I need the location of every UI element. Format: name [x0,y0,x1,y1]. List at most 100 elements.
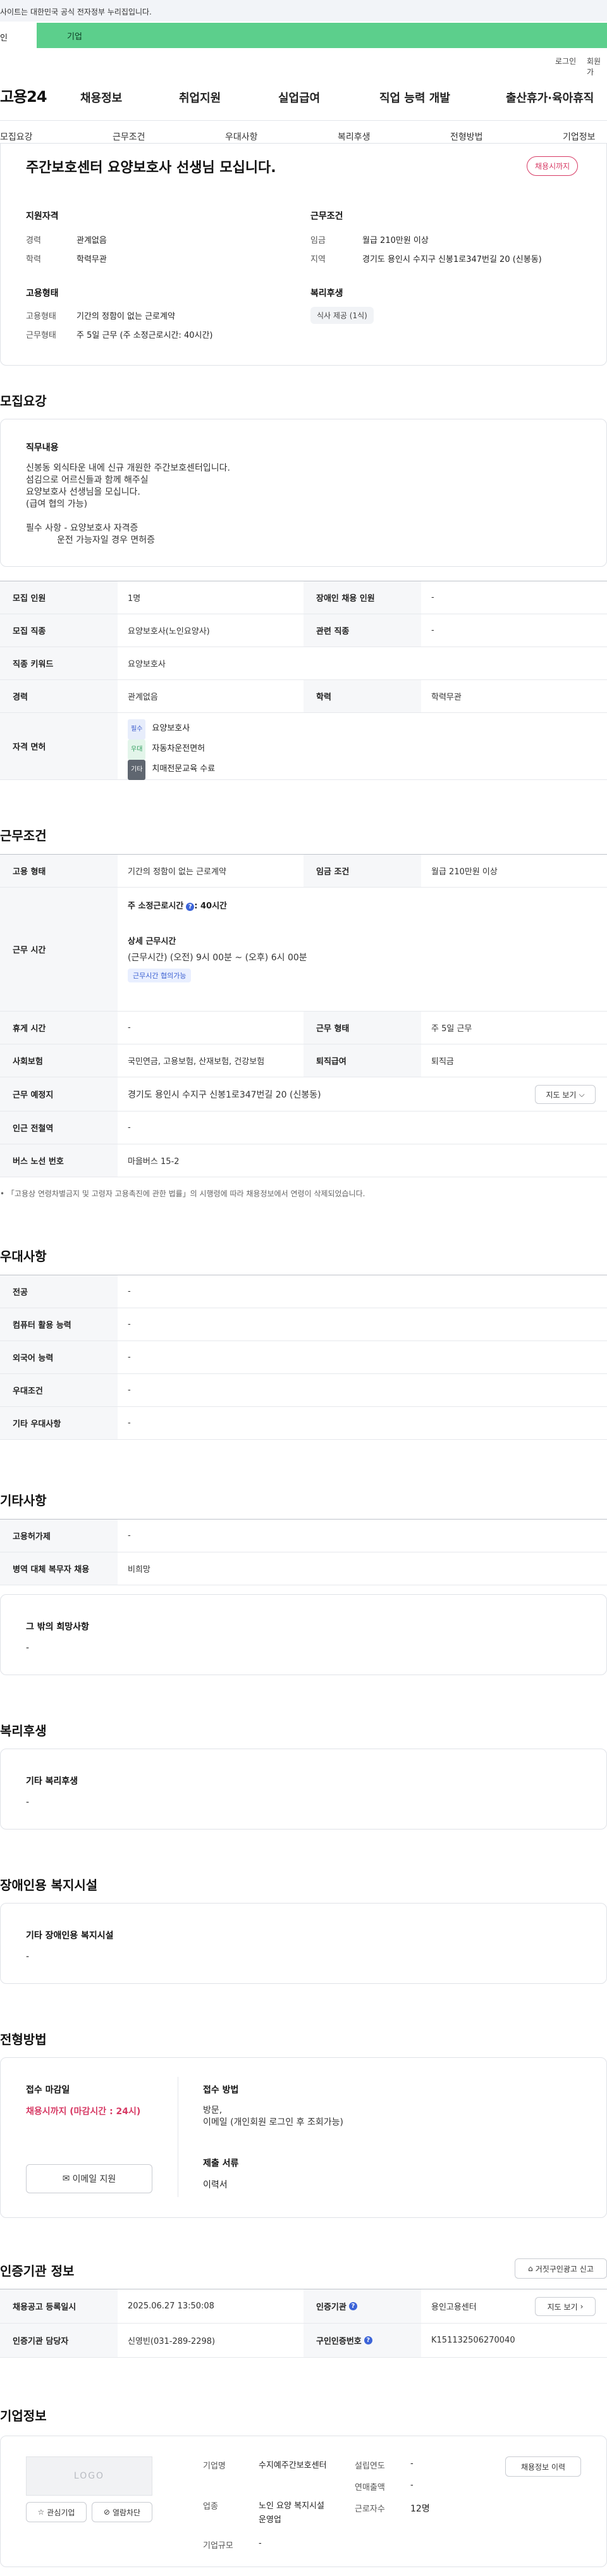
row-value: - [431,626,434,635]
row-header: 병역 대체 복무자 채용 [0,1552,118,1585]
cert-map-button[interactable]: 지도 보기 › [535,2297,596,2316]
company-field-label: 연매출액 [355,2483,385,2492]
signup-link[interactable]: 회원가 [587,56,607,77]
snb-selection[interactable]: 전형방법 [450,130,483,143]
welfare-sub: 기타 복리후생 [26,1776,78,1786]
snb-preference[interactable]: 우대사항 [225,130,258,143]
license-tag: 기타 [128,760,146,780]
map-button[interactable]: 지도 보기 ⌵ [535,1085,596,1104]
row-header: 인증기관? [304,2289,421,2323]
row-value: 신영빈(031-289-2298) [128,2337,216,2346]
email-apply-label: 이메일 지원 [72,2174,116,2184]
login-link[interactable]: 로그인 [555,56,576,66]
etc-title: 기타사항 [0,1493,47,1508]
snb-recruit[interactable]: 모집요강 [0,130,33,143]
snb-work[interactable]: 근무조건 [113,130,145,143]
chevron-right-icon: › [580,2302,584,2311]
company-field-value: 12명 [410,2504,430,2514]
table-row: 기타 우대사항 - [0,1407,607,1440]
company-logo: LOGO [26,2456,152,2496]
mail-icon: ✉ [62,2174,70,2184]
hope-card: 그 밖의 희망사항 - [0,1594,607,1675]
table-row: 자격 면허 필수 요양보호사 우대 자동차운전면허 기타 치매전문교육 수료 [0,713,607,780]
row-header-label: 구인인증번호 [316,2337,362,2346]
facility-sub: 기타 장애인용 복지시설 [26,1931,114,1941]
license-item: 우대 자동차운전면허 [128,740,215,760]
deadline-badge: 채용시까지 [527,156,579,176]
table-row: 고용 형태 기간의 정함이 없는 근로계약 임금 조건 월급 210만원 이상 [0,855,607,888]
row-header: 관련 직종 [304,614,421,647]
row-value: 2025.06.27 13:50:08 [128,2301,214,2311]
row-value: 1명 [128,594,141,604]
facility-title: 장애인용 복지시설 [0,1878,98,1893]
block-icon: ⊘ [103,2508,110,2517]
company-field-label: 기업명 [203,2461,226,2471]
row-header: 사회보험 [0,1044,118,1077]
selection-card: 접수 마감일 채용시까지 (마감시간 : 24시) ✉ 이메일 지원 접수 방법 … [0,2057,607,2218]
recruit-title: 모집요강 [0,393,47,409]
hope-title: 그 밖의 희망사항 [26,1622,89,1632]
tab-personal[interactable]: 인 [0,23,37,48]
license-name: 요양보호사 [152,724,190,733]
license-list: 필수 요양보호사 우대 자동차운전면허 기타 치매전문교육 수료 [128,719,215,780]
company-field-label: 설립연도 [355,2461,385,2471]
row-value: 국민연금, 고용보험, 산재보험, 건강보험 [128,1057,265,1067]
email-apply-button[interactable]: ✉ 이메일 지원 [26,2164,152,2193]
row-value: 용인고용센터 [431,2303,477,2312]
info-icon[interactable]: ? [348,2302,357,2310]
gnb-unemployment-benefit[interactable]: 실업급여 [278,89,320,106]
row-value: 경기도 용인시 수지구 신봉1로347번길 20 (신봉동) [128,1089,321,1100]
home-icon: ⌂ [528,2264,533,2273]
gnb-jobs[interactable]: 채용정보 [80,89,122,106]
row-header: 근무 예정지 [0,1077,118,1111]
cond-label: 임금 [310,236,326,245]
row-header: 우대조건 [0,1374,118,1406]
favorite-company-button[interactable]: ☆ 관심기업 [26,2502,87,2522]
row-header: 전공 [0,1275,118,1308]
gnb-employment-support[interactable]: 취업지원 [179,89,221,106]
duty-text: 신봉동 외식타운 내에 신규 개원한 주간보호센터입니다. 섬김으로 어르신들과… [26,463,230,545]
cond-value: 월급 210만원 이상 [362,236,429,245]
company-field-label: 업종 [203,2502,218,2511]
row-value: 요양보호사 [128,660,166,669]
cert-title: 인증기관 정보 [0,2263,75,2279]
table-row: 병역 대체 복무자 채용 비희망 [0,1552,607,1585]
block-view-button[interactable]: ⊘ 열람차단 [92,2502,152,2522]
deadline-value: 채용시까지 (마감시간 : 24시) [26,2107,141,2117]
gnb-job-training[interactable]: 직업 능력 개발 [379,89,450,106]
row-value: - [128,1531,131,1540]
license-item: 기타 치매전문교육 수료 [128,760,215,780]
block-label: 열람차단 [112,2508,141,2517]
age-note-text: 「고용상 연령차별금지 및 고령자 고용촉진에 관한 법률」의 시행령에 따라 … [6,1189,365,1198]
row-value: - [128,1287,131,1296]
gnb-parental-leave[interactable]: 출산휴가·육아휴직 [506,89,594,106]
table-row: 경력 관계없음 학력 학력무관 [0,680,607,713]
weekly-hours-value: : 40시간 [194,901,227,911]
tab-company[interactable]: 기업 [37,23,607,48]
table-row: 인근 전철역 - [0,1112,607,1144]
row-header: 모집 직종 [0,614,118,647]
row-header: 장애인 채용 인원 [304,581,421,614]
row-header: 구인인증번호? [304,2324,421,2357]
snb-company[interactable]: 기업정보 [563,130,596,143]
method-value: 방문, 이메일 (개인회원 로그인 후 조회가능) [203,2105,343,2127]
job-history-button[interactable]: 채용정보 이력 [505,2456,581,2477]
row-value: K151132506270040 [431,2336,515,2345]
row-header: 퇴직급여 [304,1044,421,1077]
row-header-label: 인증기관 [316,2303,346,2312]
bullet-icon: • [0,1189,5,1198]
row-header: 기타 우대사항 [0,1407,118,1439]
site-logo[interactable]: 고용24 [0,84,47,106]
row-header: 자격 면허 [0,713,118,779]
row-header: 휴게 시간 [0,1012,118,1044]
table-row: 직종 키워드 요양보호사 [0,647,607,680]
row-value: - [128,1385,131,1395]
snb-welfare[interactable]: 복리후생 [338,130,371,143]
info-icon[interactable]: ? [186,903,195,911]
license-tag: 필수 [128,719,146,740]
row-value: - [128,1023,131,1032]
table-row: 모집 직종 요양보호사(노인요양사) 관련 직종 - [0,614,607,647]
info-icon[interactable]: ? [364,2336,372,2344]
emp-value: 기간의 정함이 없는 근로계약 [77,312,175,321]
report-button[interactable]: ⌂ 거짓구인광고 신고 [515,2258,607,2279]
